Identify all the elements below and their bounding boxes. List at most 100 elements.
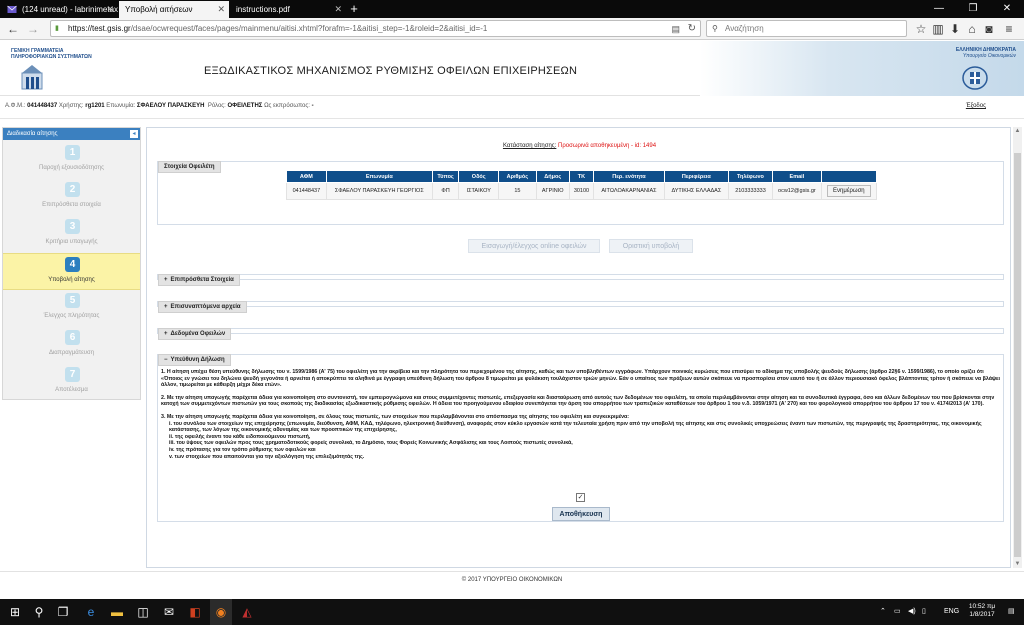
url-bar[interactable]: ▮ https://test.gsis.gr/dsae/ocwrequest/f…	[50, 20, 701, 37]
step-label: Διαπραγμάτευση	[48, 350, 95, 356]
additional-data-title[interactable]: + Επιπρόσθετα Στοιχεία	[158, 274, 240, 286]
search-icon[interactable]: ⚲	[28, 599, 50, 625]
attachments-title[interactable]: + Επισυναπτόμενα αρχεία	[158, 301, 247, 313]
sidebar-step-7[interactable]: 7 Αποτέλεσμα	[3, 364, 140, 401]
tab-applications[interactable]: Υποβολή αιτήσεων ✕	[119, 1, 229, 18]
sidebar-step-4[interactable]: 4 Υποβολή αίτησης	[3, 253, 140, 290]
accept-checkbox[interactable]: ✓	[576, 493, 585, 502]
close-window-button[interactable]: ✕	[990, 0, 1024, 18]
agent-value: -	[311, 103, 314, 109]
expand-icon[interactable]: +	[164, 275, 168, 285]
mail-icon	[7, 5, 17, 13]
library-icon[interactable]: ▥	[930, 21, 946, 37]
forward-icon[interactable]: →	[25, 21, 41, 37]
debt-data-section[interactable]: + Δεδομένα Οφειλών	[157, 328, 1004, 340]
afm-label: Α.Φ.Μ.:	[5, 103, 26, 109]
scroll-up-icon[interactable]: ▲	[1013, 127, 1022, 135]
edge-icon[interactable]: e	[80, 599, 102, 625]
star-icon[interactable]: ☆	[913, 21, 929, 37]
gsis-logo-text: ΓΕΝΙΚΗ ΓΡΑΜΜΑΤΕΙΑ ΠΛΗΡΟΦΟΡΙΑΚΩΝ ΣΥΣΤΗΜΑΤ…	[11, 48, 92, 60]
mail-app-icon[interactable]: ✉	[158, 599, 180, 625]
import-debts-button[interactable]: Εισαγωγή/έλεγχος online οφειλών	[468, 239, 600, 253]
table-cell: ΦΠ	[431, 182, 460, 200]
gsis-logo-line2: ΠΛΗΡΟΦΟΡΙΑΚΩΝ ΣΥΣΤΗΜΑΤΩΝ	[11, 54, 92, 60]
declaration-item: i. του συνόλου των στοιχείων της επιχείρ…	[169, 420, 982, 434]
system-clock[interactable]: 10:52 πμ 1/8/2017	[962, 603, 1002, 619]
main-panel: Κατάσταση αίτησης: Προσωρινά αποθηκευμέν…	[146, 127, 1011, 568]
close-icon[interactable]: ✕	[217, 1, 225, 18]
search-icon: ⚲	[712, 24, 718, 33]
declaration-title[interactable]: − Υπεύθυνη Δήλωση	[158, 354, 231, 366]
debtor-section: Στοιχεία Οφειλέτη ΑΦΜ Επωνυμία Τύπος Οδό…	[157, 161, 1004, 225]
attachments-section[interactable]: + Επισυναπτόμενα αρχεία	[157, 301, 1004, 313]
status-label: Κατάσταση αίτησης:	[502, 143, 557, 149]
table-cell: ΣΦΑΕΛΟΥ ΠΑΡΑΣΚΕΥΗ ΓΕΩΡΓΙΟΣ	[325, 182, 433, 200]
logout-link[interactable]: Έξοδος	[966, 100, 986, 113]
table-header-row: ΑΦΜ Επωνυμία Τύπος Οδός Αριθμός Δήμος ΤΚ…	[286, 170, 878, 183]
sidebar-step-6[interactable]: 6 Διαπραγμάτευση	[3, 327, 140, 364]
column-header: Οδός	[458, 170, 500, 183]
notifications-icon[interactable]: ▤	[1008, 599, 1015, 625]
page-scrollbar[interactable]: ▲ ▼	[1013, 127, 1022, 568]
column-header: Δήμος	[535, 170, 570, 183]
tray-chevron-icon[interactable]: ⌃	[880, 599, 886, 625]
step-number: 3	[65, 219, 80, 234]
pocket-icon[interactable]: ◙	[981, 21, 997, 37]
save-button[interactable]: Αποθήκευση	[552, 507, 610, 521]
step-number: 7	[65, 367, 80, 382]
home-icon[interactable]: ⌂	[964, 21, 980, 37]
collapse-icon[interactable]: −	[164, 355, 168, 365]
minimize-button[interactable]: —	[922, 0, 956, 18]
expand-icon[interactable]: +	[164, 329, 168, 339]
surname-value: ΣΦΑΕΛΟΥ ΠΑΡΑΣΚΕΥΗ	[136, 103, 205, 109]
sidebar-step-2[interactable]: 2 Επιπρόσθετα στοιχεία	[3, 179, 140, 216]
network-icon[interactable]: ▭	[894, 599, 901, 625]
step-label: Επιπρόσθετα στοιχεία	[42, 202, 101, 208]
reader-icon[interactable]: ▤	[671, 21, 680, 37]
download-icon[interactable]: ⬇	[947, 21, 963, 37]
additional-data-section[interactable]: + Επιπρόσθετα Στοιχεία	[157, 274, 1004, 286]
new-tab-button[interactable]: +	[347, 0, 361, 18]
scrollbar-thumb[interactable]	[1014, 153, 1021, 557]
table-cell: 15	[498, 182, 537, 200]
scroll-down-icon[interactable]: ▼	[1013, 560, 1022, 568]
greek-crest-icon	[962, 66, 988, 90]
update-button[interactable]: Ενημέρωση	[827, 185, 871, 197]
greek-republic-logo-text: ΕΛΛΗΝΙΚΗ ΔΗΜΟΚΡΑΤΙΑ Υπουργείο Οικονομικώ…	[946, 47, 1016, 59]
final-submit-button[interactable]: Οριστική υποβολή	[609, 239, 693, 253]
office-icon[interactable]: ◧	[184, 599, 206, 625]
close-icon[interactable]: ✕	[334, 1, 342, 18]
clock-time: 10:52 πμ	[968, 603, 996, 610]
tab-mail[interactable]: (124 unread) - labrinimetaxas ✕	[2, 1, 118, 18]
volume-icon[interactable]: ◀)	[908, 599, 916, 625]
collapse-icon[interactable]: ◂	[130, 130, 138, 138]
site-header: ΓΕΝΙΚΗ ΓΡΑΜΜΑΤΕΙΑ ΠΛΗΡΟΦΟΡΙΑΚΩΝ ΣΥΣΤΗΜΑΤ…	[0, 41, 1024, 96]
column-header: Τηλέφωνο	[727, 170, 774, 183]
maximize-button[interactable]: ❐	[956, 0, 990, 18]
sidebar-step-5[interactable]: 5 Έλεγχος πληρότητας	[3, 290, 140, 327]
close-icon[interactable]: ✕	[106, 1, 114, 18]
debt-data-title[interactable]: + Δεδομένα Οφειλών	[158, 328, 232, 340]
column-header	[820, 170, 878, 183]
reload-icon[interactable]: ↻	[688, 21, 696, 37]
acrobat-icon[interactable]: ◭	[236, 599, 258, 625]
firefox-icon[interactable]: ◉	[210, 599, 232, 625]
file-explorer-icon[interactable]: ▬	[106, 599, 128, 625]
menu-icon[interactable]: ≡	[1001, 21, 1017, 37]
user-label: Χρήστης:	[58, 103, 84, 109]
sidebar-step-3[interactable]: 3 Κριτήρια υπαγωγής	[3, 216, 140, 253]
table-cell: ΙΣΤΑΙΚΟΥ	[458, 182, 500, 200]
back-icon[interactable]: ←	[5, 21, 21, 37]
battery-icon[interactable]: ▯	[922, 599, 926, 625]
section-label: Δεδομένα Οφειλών	[170, 331, 226, 337]
declaration-paragraph: 3. Με την αίτηση υπαγωγής παρέχεται άδει…	[161, 413, 630, 420]
search-bar[interactable]: ⚲ Αναζήτηση	[706, 20, 907, 37]
expand-icon[interactable]: +	[164, 302, 168, 312]
surname-label: Επωνυμία:	[106, 103, 136, 109]
store-icon[interactable]: ◫	[132, 599, 154, 625]
language-indicator[interactable]: ENG	[944, 599, 959, 625]
windows-start-icon[interactable]: ⊞	[4, 599, 26, 625]
task-view-icon[interactable]: ❐	[52, 599, 74, 625]
tab-instructions-pdf[interactable]: instructions.pdf ✕	[230, 1, 346, 18]
sidebar-step-1[interactable]: 1 Παροχή εξουσιοδότησης	[3, 142, 140, 179]
